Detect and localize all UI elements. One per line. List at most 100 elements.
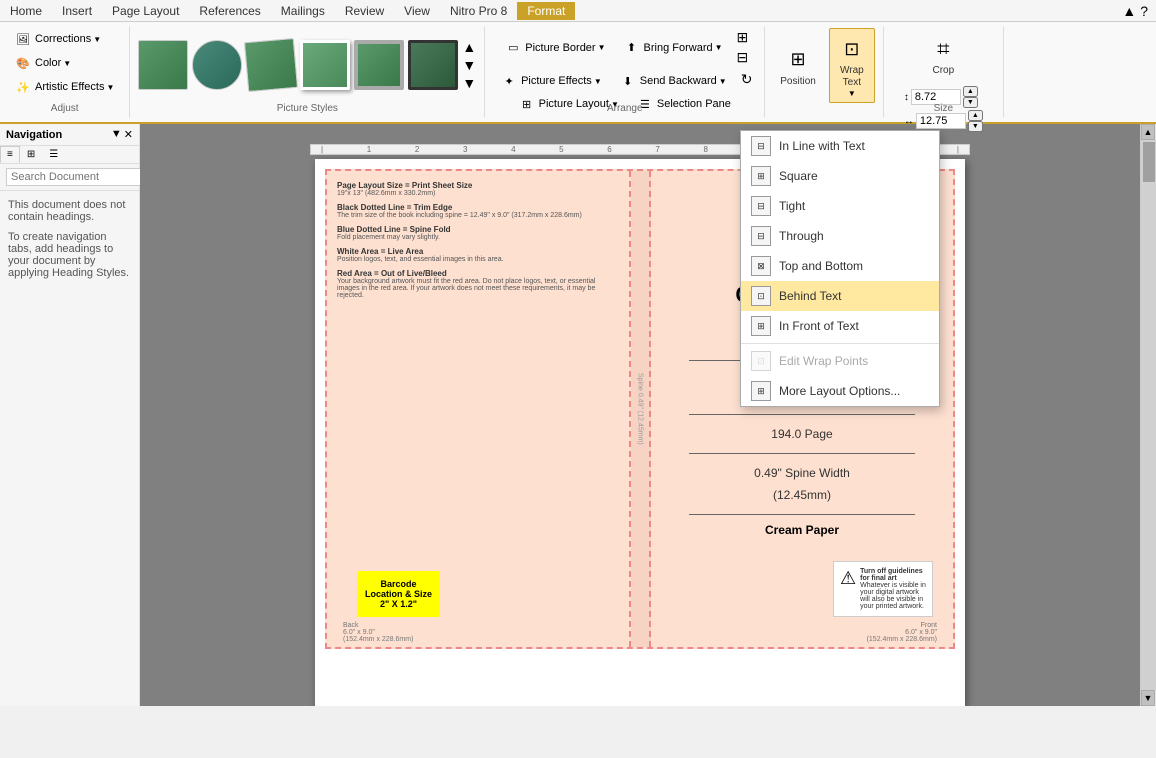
artistic-effects-button[interactable]: ✨ Artistic Effects ▼ [8,76,121,98]
align-group-btn[interactable]: ⊞ [734,28,752,47]
picture-border-button[interactable]: ▭ Picture Border ▼ [498,28,612,67]
styles-more[interactable]: ▼ [462,75,476,91]
help-icon[interactable]: ? [1140,3,1148,19]
crop-icon: ⌗ [927,33,959,65]
position-button[interactable]: ⊞ Position [773,39,823,93]
pages-label: 194.0 Page [771,427,832,441]
cover-spine: Spine 0.49" (12.45mm) [631,171,651,647]
picture-styles-label: Picture Styles [130,103,484,114]
spine-mm: (12.45mm) [773,488,831,502]
wrap-dropdown-arrow: ▼ [848,89,856,98]
cover-left-section: Page Layout Size = Print Sheet Size 19"x… [327,171,631,647]
vertical-scrollbar[interactable]: ▲ ▼ [1140,124,1156,706]
nav-tab-bar: ≡ ⊞ ☰ [0,146,139,164]
menu-review[interactable]: Review [335,2,394,20]
picture-effects-button[interactable]: ✦ Picture Effects ▼ [494,70,609,92]
menu-references[interactable]: References [189,2,270,20]
wrap-tight-item[interactable]: ⊟ Tight [741,191,939,221]
barcode-box: Barcode Location & Size 2" X 1.2" [357,571,440,617]
crop-button[interactable]: ⌗ Crop [918,28,968,82]
menu-insert[interactable]: Insert [52,2,102,20]
wrap-topbottom-item[interactable]: ⊠ Top and Bottom [741,251,939,281]
nav-tab-pages[interactable]: ⊞ [20,146,42,163]
white-area-desc: Position logos, text, and essential imag… [337,256,619,263]
wrap-inline-item[interactable]: ⊟ In Line with Text [741,131,939,161]
ps-thumb-6[interactable] [408,40,458,90]
ribbon-group-position-wrap: ⊞ Position ⊡ WrapText ▼ [765,26,884,118]
ps-thumb-2[interactable] [192,40,242,90]
menu-format[interactable]: Format [517,2,575,20]
corrections-button[interactable]: 🖼 Corrections ▼ [8,28,108,50]
warning-icon: ⚠ [840,568,856,589]
page-layout-size: 19"x 13" (482.6mm x 330.2mm) [337,190,619,197]
blue-dotted-title: Blue Dotted Line = Spine Fold [337,225,619,234]
nav-message: This document does not contain headings. [8,199,131,223]
wrap-edit-points-item: ⊡ Edit Wrap Points [741,346,939,376]
wrap-through-item[interactable]: ⊟ Through [741,221,939,251]
paper-label: Cream Paper [765,523,839,537]
menu-nitro[interactable]: Nitro Pro 8 [440,2,517,20]
main-area: Navigation ▼ ✕ ≡ ⊞ ☰ 🔍 This document doe… [0,124,1156,706]
menu-view[interactable]: View [394,2,440,20]
nav-collapse-icon[interactable]: ▼ [111,128,122,141]
styles-scroll-down[interactable]: ▼ [462,57,476,73]
width-label: ↔ [904,116,914,127]
wrap-edit-icon: ⊡ [751,351,771,371]
doc-area: |123456789101112| Page Layout Size = Pri… [140,124,1140,706]
wrap-front-item[interactable]: ⊞ In Front of Text [741,311,939,341]
white-area-title: White Area = Live Area [337,247,619,256]
warning-box: ⚠ Turn off guidelines for final art What… [833,561,933,617]
ps-thumb-4[interactable] [300,40,350,90]
group-btn[interactable]: ⊟ [734,48,752,67]
wrap-more-icon: ⊞ [751,381,771,401]
color-icon: 🎨 [15,55,31,71]
adjust-label: Adjust [0,103,129,114]
color-button[interactable]: 🎨 Color ▼ [8,52,78,74]
ps-thumb-1[interactable] [138,40,188,90]
page-layout-title: Page Layout Size = Print Sheet Size [337,181,619,190]
nav-tab-results[interactable]: ☰ [42,146,65,163]
scroll-down-btn[interactable]: ▼ [1141,690,1155,706]
wrap-behind-icon: ⊡ [751,286,771,306]
wrap-text-button[interactable]: ⊡ WrapText ▼ [829,28,875,103]
v-scroll-thumb[interactable] [1143,142,1155,182]
height-up[interactable]: ▲ [963,86,978,97]
nav-search-input[interactable] [6,168,158,186]
bring-forward-icon: ⬆ [624,40,640,56]
bring-forward-button[interactable]: ⬆ Bring Forward ▼ [617,28,730,67]
wrap-text-icon: ⊡ [836,33,868,65]
nav-close-icon[interactable]: ✕ [124,128,133,141]
nav-content: This document does not contain headings.… [0,191,139,287]
position-icon: ⊞ [782,44,814,76]
picture-effects-icon: ✦ [501,73,517,89]
arrange-label: Arrange [485,103,764,114]
width-down[interactable]: ▼ [968,121,983,132]
menu-mailings[interactable]: Mailings [271,2,335,20]
corrections-dropdown-arrow: ▼ [93,35,101,44]
back-label: Back 6.0" x 9.0" (152.4mm x 228.6mm) [343,622,413,643]
ps-thumb-3[interactable] [244,38,298,92]
corrections-icon: 🖼 [15,31,31,47]
v-scroll-track [1141,140,1156,690]
ps-thumb-5[interactable] [354,40,404,90]
rotate-btn[interactable]: ↻ [738,70,756,89]
wrap-square-item[interactable]: ⊞ Square [741,161,939,191]
width-input[interactable] [916,113,966,129]
wrap-behind-item[interactable]: ⊡ Behind Text [741,281,939,311]
wrap-divider [741,343,939,344]
styles-scroll-up[interactable]: ▲ [462,39,476,55]
blue-dotted-desc: Fold placement may vary slightly. [337,234,619,241]
menu-bar: Home Insert Page Layout References Maili… [0,0,1156,22]
nav-tab-headings[interactable]: ≡ [0,146,20,163]
menu-home[interactable]: Home [0,2,52,20]
color-dropdown-arrow: ▼ [63,59,71,68]
menu-page-layout[interactable]: Page Layout [102,2,189,20]
send-backward-icon: ⬇ [620,73,636,89]
wrap-square-icon: ⊞ [751,166,771,186]
height-label: ↕ [904,92,909,103]
wrap-more-options-item[interactable]: ⊞ More Layout Options... [741,376,939,406]
scroll-up-btn[interactable]: ▲ [1141,124,1155,140]
nav-panel-title: Navigation [6,129,62,141]
send-backward-button[interactable]: ⬇ Send Backward ▼ [613,70,734,92]
minimize-icon[interactable]: ▲ [1122,3,1136,19]
